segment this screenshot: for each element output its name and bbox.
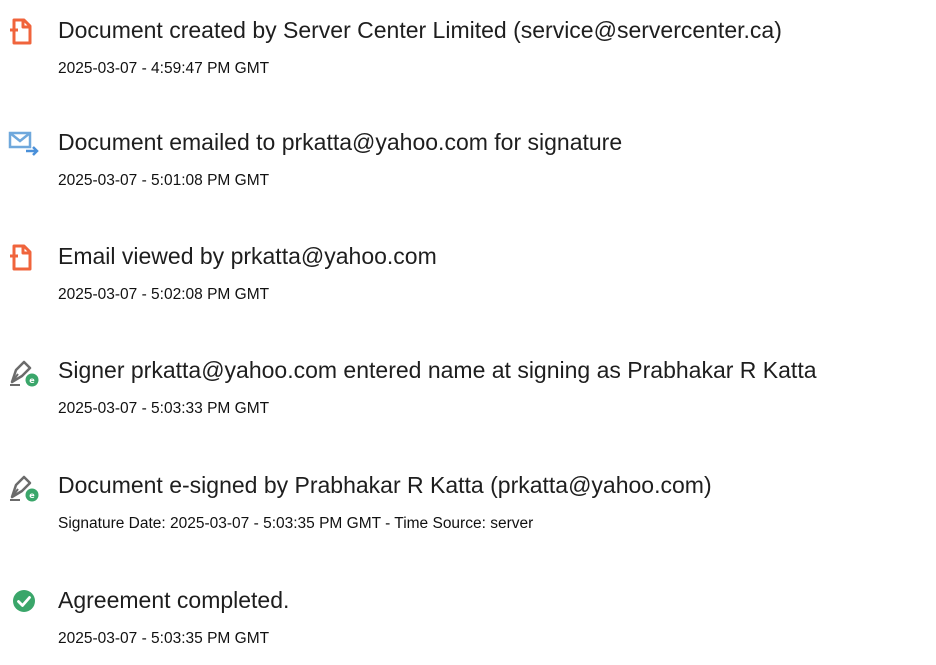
- document-viewed-icon: [8, 244, 38, 272]
- event-title: Document emailed to prkatta@yahoo.com fo…: [58, 129, 623, 155]
- document-created-icon: [8, 18, 38, 46]
- email-sent-icon: [8, 130, 39, 158]
- audit-event-emailed: Document emailed to prkatta@yahoo.com fo…: [0, 127, 936, 207]
- event-timestamp: Signature Date: 2025-03-07 - 5:03:35 PM …: [58, 515, 534, 532]
- event-title: Document created by Server Center Limite…: [58, 17, 782, 43]
- event-title: Email viewed by prkatta@yahoo.com: [58, 243, 437, 269]
- svg-text:e: e: [29, 376, 35, 385]
- audit-event-completed: Agreement completed. 2025-03-07 - 5:03:3…: [0, 585, 936, 665]
- e-sign-pen-icon: e: [8, 473, 39, 502]
- audit-event-created: Document created by Server Center Limite…: [0, 15, 936, 95]
- signer-pen-icon: e: [8, 358, 39, 387]
- event-timestamp: 2025-03-07 - 5:01:08 PM GMT: [58, 172, 270, 189]
- event-title: Document e-signed by Prabhakar R Katta (…: [58, 472, 712, 498]
- event-timestamp: 2025-03-07 - 5:03:33 PM GMT: [58, 400, 270, 417]
- event-timestamp: 2025-03-07 - 5:03:35 PM GMT: [58, 630, 270, 647]
- event-title: Signer prkatta@yahoo.com entered name at…: [58, 357, 817, 383]
- event-title: Agreement completed.: [58, 587, 290, 613]
- audit-event-esigned: e Document e-signed by Prabhakar R Katta…: [0, 470, 936, 550]
- audit-event-signer-name: e Signer prkatta@yahoo.com entered name …: [0, 355, 936, 435]
- check-circle-icon: [8, 588, 38, 616]
- event-timestamp: 2025-03-07 - 5:02:08 PM GMT: [58, 286, 270, 303]
- svg-text:e: e: [29, 491, 35, 500]
- audit-event-viewed: Email viewed by prkatta@yahoo.com 2025-0…: [0, 241, 936, 321]
- event-timestamp: 2025-03-07 - 4:59:47 PM GMT: [58, 60, 270, 77]
